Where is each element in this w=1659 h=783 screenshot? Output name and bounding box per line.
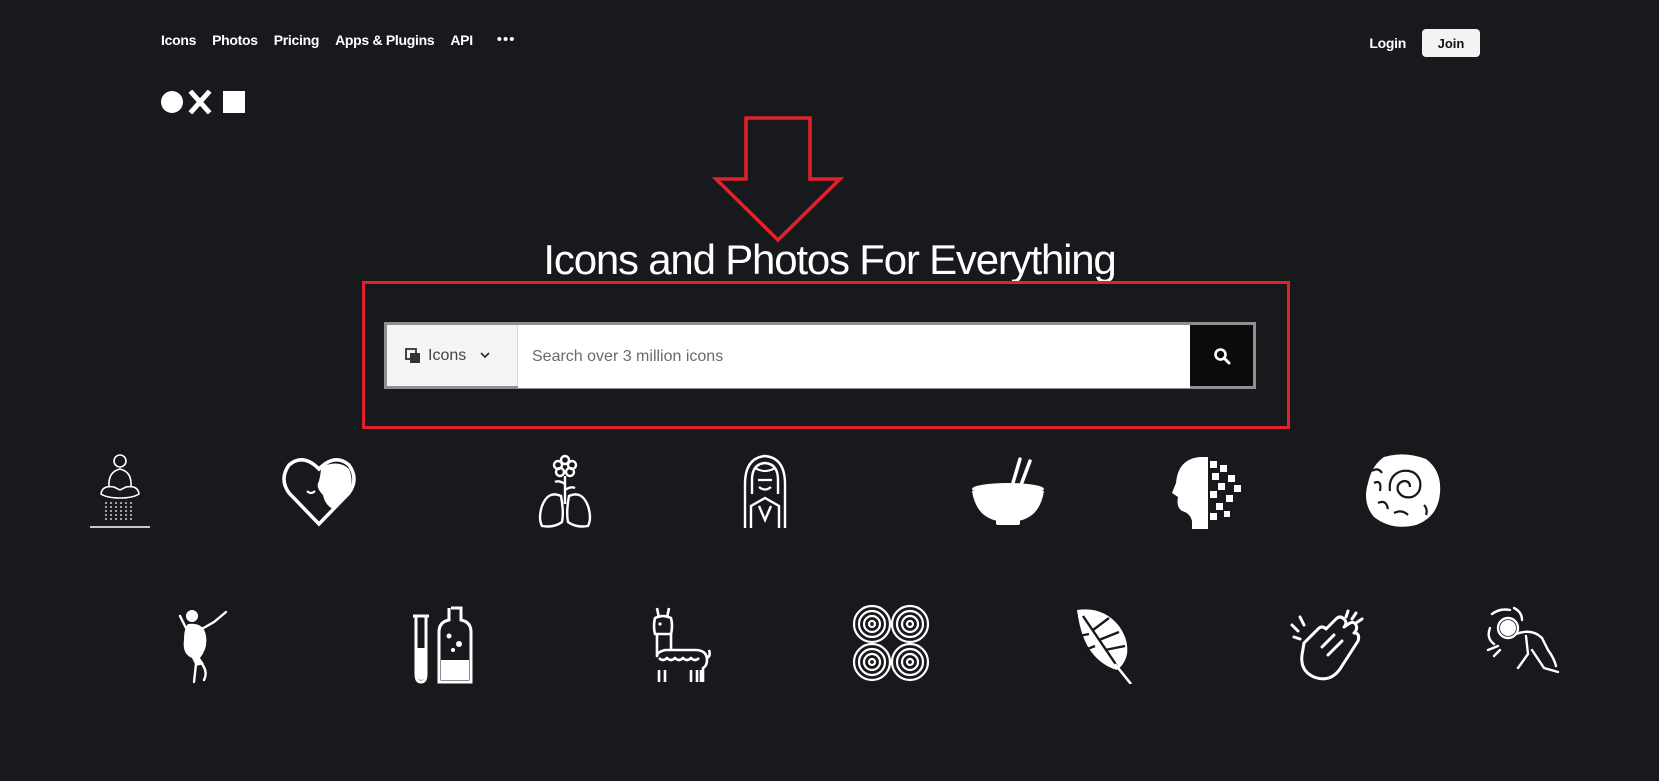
nav-api[interactable]: API <box>450 32 473 48</box>
more-menu-icon[interactable]: ••• <box>497 32 516 47</box>
search-input[interactable] <box>518 325 1190 388</box>
bowl-chopsticks-icon[interactable] <box>970 457 1048 527</box>
nav-apps-plugins[interactable]: Apps & Plugins <box>335 32 435 48</box>
search-type-label: Icons <box>428 346 467 364</box>
annotation-arrow <box>712 116 844 243</box>
pixel-head-icon[interactable] <box>1172 455 1244 529</box>
llama-icon[interactable] <box>651 606 711 684</box>
search-type-select[interactable]: Icons <box>387 325 518 386</box>
meditation-icon[interactable] <box>88 452 152 528</box>
search-icon <box>1213 347 1230 364</box>
dancing-woman-icon[interactable] <box>174 606 230 684</box>
chevron-down-icon <box>480 352 490 359</box>
heart-face-icon[interactable] <box>281 455 357 527</box>
dizzy-person-icon[interactable] <box>1486 606 1562 682</box>
collection-icon <box>405 347 420 363</box>
page: Icons Photos Pricing Apps & Plugins API … <box>0 0 1659 783</box>
hero-title: Icons and Photos For Everything <box>543 236 1116 282</box>
noun-project-logo-icon[interactable] <box>161 90 247 114</box>
nav-photos[interactable]: Photos <box>212 32 258 48</box>
top-nav: Icons Photos Pricing Apps & Plugins API … <box>161 32 516 48</box>
join-button[interactable]: Join <box>1422 29 1480 57</box>
clapping-hands-icon[interactable] <box>1290 607 1366 685</box>
nav-icons[interactable]: Icons <box>161 32 196 48</box>
login-link[interactable]: Login <box>1369 35 1406 51</box>
auth-area: Login Join <box>1369 29 1480 57</box>
lab-bottles-icon[interactable] <box>409 606 475 684</box>
spiral-fossil-icon[interactable] <box>1364 453 1442 529</box>
hooded-woman-icon[interactable] <box>737 454 793 530</box>
nav-pricing[interactable]: Pricing <box>274 32 320 48</box>
spiral-pattern-icon[interactable] <box>852 604 930 682</box>
monstera-leaf-icon[interactable] <box>1073 606 1135 684</box>
search-button[interactable] <box>1190 325 1253 386</box>
search-bar: Icons <box>384 322 1256 389</box>
lungs-flower-icon[interactable] <box>534 454 596 530</box>
